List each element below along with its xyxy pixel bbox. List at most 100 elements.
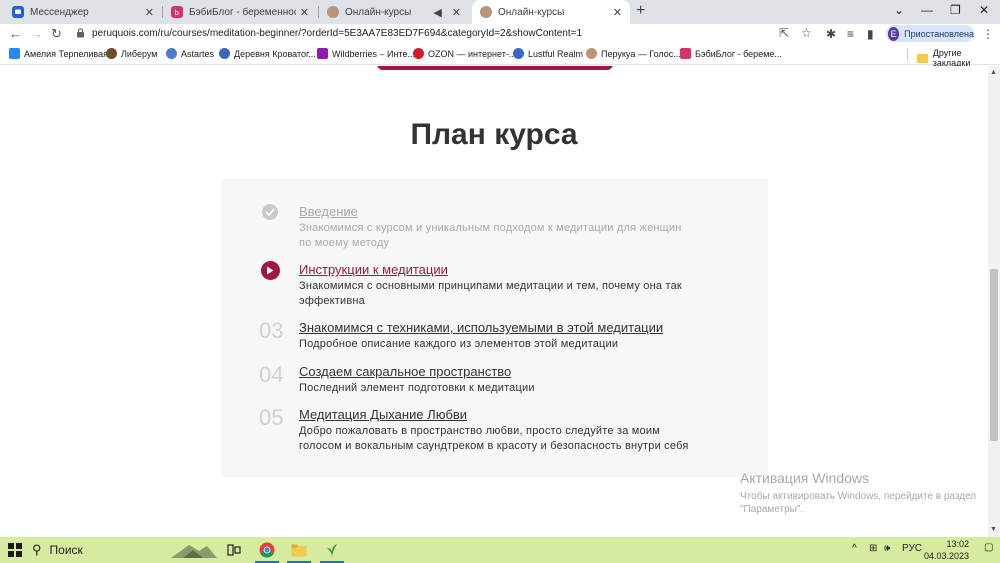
tab-courses-1[interactable]: Онлайн-курсы ◀ ✕ (319, 0, 469, 24)
bookmark-item[interactable]: Wildberries – Инте... (317, 48, 415, 59)
task-view-icon[interactable] (222, 540, 246, 560)
lesson-number: 04 (259, 362, 284, 387)
chrome-icon[interactable] (255, 540, 279, 563)
bookmark-item[interactable]: Деревня Кроватог... (219, 48, 316, 59)
bookmark-item[interactable]: Перукуа — Голос... (586, 48, 681, 59)
bookmark-item[interactable]: Astartes (166, 48, 214, 59)
profile-status: Приостановлена (904, 28, 974, 39)
page-content: План курса Введение Знакомимся с курсом … (0, 66, 988, 537)
menu-icon[interactable]: ⋮ (982, 27, 994, 41)
lesson-description: Последний элемент подготовки к медитации (299, 382, 535, 394)
clock[interactable]: 13:02 04.03.2023 (924, 538, 969, 562)
speaker-icon[interactable]: ◀ (433, 6, 441, 19)
close-icon[interactable]: ✕ (145, 6, 154, 19)
search-icon: ⚲ (32, 542, 42, 557)
tab-courses-active[interactable]: Онлайн-курсы ✕ (472, 0, 630, 24)
lesson-title-link[interactable]: Знакомимся с техниками, используемыми в … (299, 320, 663, 335)
lesson-marker (259, 261, 281, 280)
cta-button-edge[interactable] (377, 66, 613, 70)
notifications-icon[interactable]: ▢ (984, 542, 993, 553)
show-hidden-icons[interactable]: ^ (852, 543, 857, 554)
share-icon[interactable]: ⇱ (779, 26, 789, 40)
windows-taskbar: ⚲ Поиск ^ ⊞ 🕪 РУС 13:02 04.03.2023 ▢ (0, 537, 1000, 563)
tab-title: БэбиБлог - беременность, кале (189, 6, 296, 18)
file-explorer-icon[interactable] (287, 540, 311, 563)
svg-text:b: b (175, 9, 180, 16)
lesson-number: 05 (259, 405, 284, 430)
maximize-button[interactable]: ❐ (950, 3, 961, 17)
babyblog-icon: b (171, 6, 183, 18)
scroll-up-icon[interactable]: ▲ (990, 69, 997, 76)
forward-button[interactable]: → (30, 26, 43, 41)
lesson-description: Знакомимся с курсом и уникальным подходо… (299, 222, 682, 249)
language-indicator[interactable]: РУС (902, 543, 922, 554)
activation-text: Чтобы активировать Windows, перейдите в … (740, 491, 977, 502)
lesson-title-link[interactable]: Создаем сакральное пространство (299, 364, 511, 379)
bookmark-item[interactable]: Амелия Терпеливая (9, 48, 108, 59)
close-icon[interactable]: ✕ (300, 6, 309, 19)
bookmark-divider (907, 49, 908, 61)
bookmark-label: Амелия Терпеливая (24, 48, 108, 59)
tab-title: Онлайн-курсы (498, 6, 565, 18)
bookmark-item[interactable]: OZON — интернет-... (413, 48, 516, 59)
other-bookmarks[interactable]: Другие закладки (917, 48, 1000, 68)
lesson-title-link[interactable]: Введение (299, 204, 358, 219)
bookmark-label: OZON — интернет-... (428, 48, 517, 59)
bookmark-item[interactable]: БэбиБлог - береме... (680, 48, 782, 59)
extensions-icon[interactable]: ✱ (826, 27, 836, 41)
peruquois-bookmark-icon (586, 48, 597, 59)
volume-icon[interactable]: 🕪 (884, 543, 890, 554)
vk-icon (9, 48, 20, 59)
lock-icon[interactable] (76, 28, 86, 39)
close-icon[interactable]: ✕ (452, 6, 461, 19)
tab-title: Мессенджер (30, 6, 89, 18)
bookmark-label: Wildberries – Инте... (332, 48, 415, 59)
page-scrollbar[interactable]: ▲ ▼ (988, 66, 1000, 537)
check-icon (262, 204, 278, 220)
lesson-description: Добро пожаловать в пространство любви, п… (299, 425, 689, 452)
lesson-title-link[interactable]: Инструкции к медитации (299, 262, 448, 277)
page-title: План курса (410, 118, 578, 151)
windows-start-icon[interactable] (8, 543, 22, 557)
windows-activation-watermark: Активация Windows Чтобы активировать Win… (740, 470, 976, 516)
bookmark-item[interactable]: Либерум (106, 48, 157, 59)
scroll-thumb[interactable] (990, 269, 998, 441)
tab-messenger[interactable]: Мессенджер ✕ (4, 0, 162, 24)
bookmark-label: Деревня Кроватог... (234, 48, 316, 59)
messenger-icon (12, 6, 24, 18)
tab-babyblog[interactable]: b БэбиБлог - беременность, кале ✕ (163, 0, 317, 24)
close-icon[interactable]: ✕ (613, 6, 622, 19)
activation-text: "Параметры". (740, 504, 804, 515)
new-tab-button[interactable]: + (636, 2, 645, 20)
other-bookmarks-label: Другие закладки (932, 48, 971, 68)
network-icon[interactable]: ⊞ (869, 543, 877, 554)
reload-button[interactable]: ↻ (51, 26, 62, 42)
activation-title: Активация Windows (740, 470, 870, 486)
close-window-button[interactable]: ✕ (979, 3, 989, 17)
search-label: Поиск (49, 543, 83, 557)
course-plan: Введение Знакомимся с курсом и уникальны… (221, 179, 768, 477)
media-control-icon[interactable]: ≡ (847, 27, 854, 41)
url-text: peruquois.com/ru/courses/meditation-begi… (92, 28, 583, 39)
clock-time: 13:02 (946, 539, 970, 549)
tab-strip: Мессенджер ✕ b БэбиБлог - беременность, … (0, 0, 1000, 24)
lesson-number: 03 (259, 318, 284, 343)
lesson-description: Подробное описание каждого из элементов … (299, 338, 619, 350)
minimize-button[interactable]: — (921, 3, 933, 17)
bookmark-item[interactable]: Lustful Realm (513, 48, 583, 59)
bookmark-label: Astartes (181, 48, 215, 59)
bookmark-label: БэбиБлог - береме... (695, 48, 782, 59)
lesson-title-link[interactable]: Медитация Дыхание Любви (299, 407, 467, 422)
play-icon[interactable] (260, 261, 280, 280)
address-bar[interactable]: peruquois.com/ru/courses/meditation-begi… (72, 24, 827, 44)
peruquois-icon (327, 6, 339, 18)
profile-button[interactable]: E Приостановлена (886, 25, 974, 42)
tab-search-icon[interactable]: ⌄ (894, 3, 904, 17)
bookmark-star-icon[interactable]: ☆ (801, 26, 812, 40)
side-panel-icon[interactable]: ▮ (867, 27, 874, 41)
back-button[interactable]: ← (9, 26, 22, 41)
clock-date: 04.03.2023 (924, 551, 970, 561)
search-highlight-image[interactable] (168, 540, 220, 560)
plant-app-icon[interactable] (320, 540, 344, 563)
scroll-down-icon[interactable]: ▼ (990, 526, 997, 533)
